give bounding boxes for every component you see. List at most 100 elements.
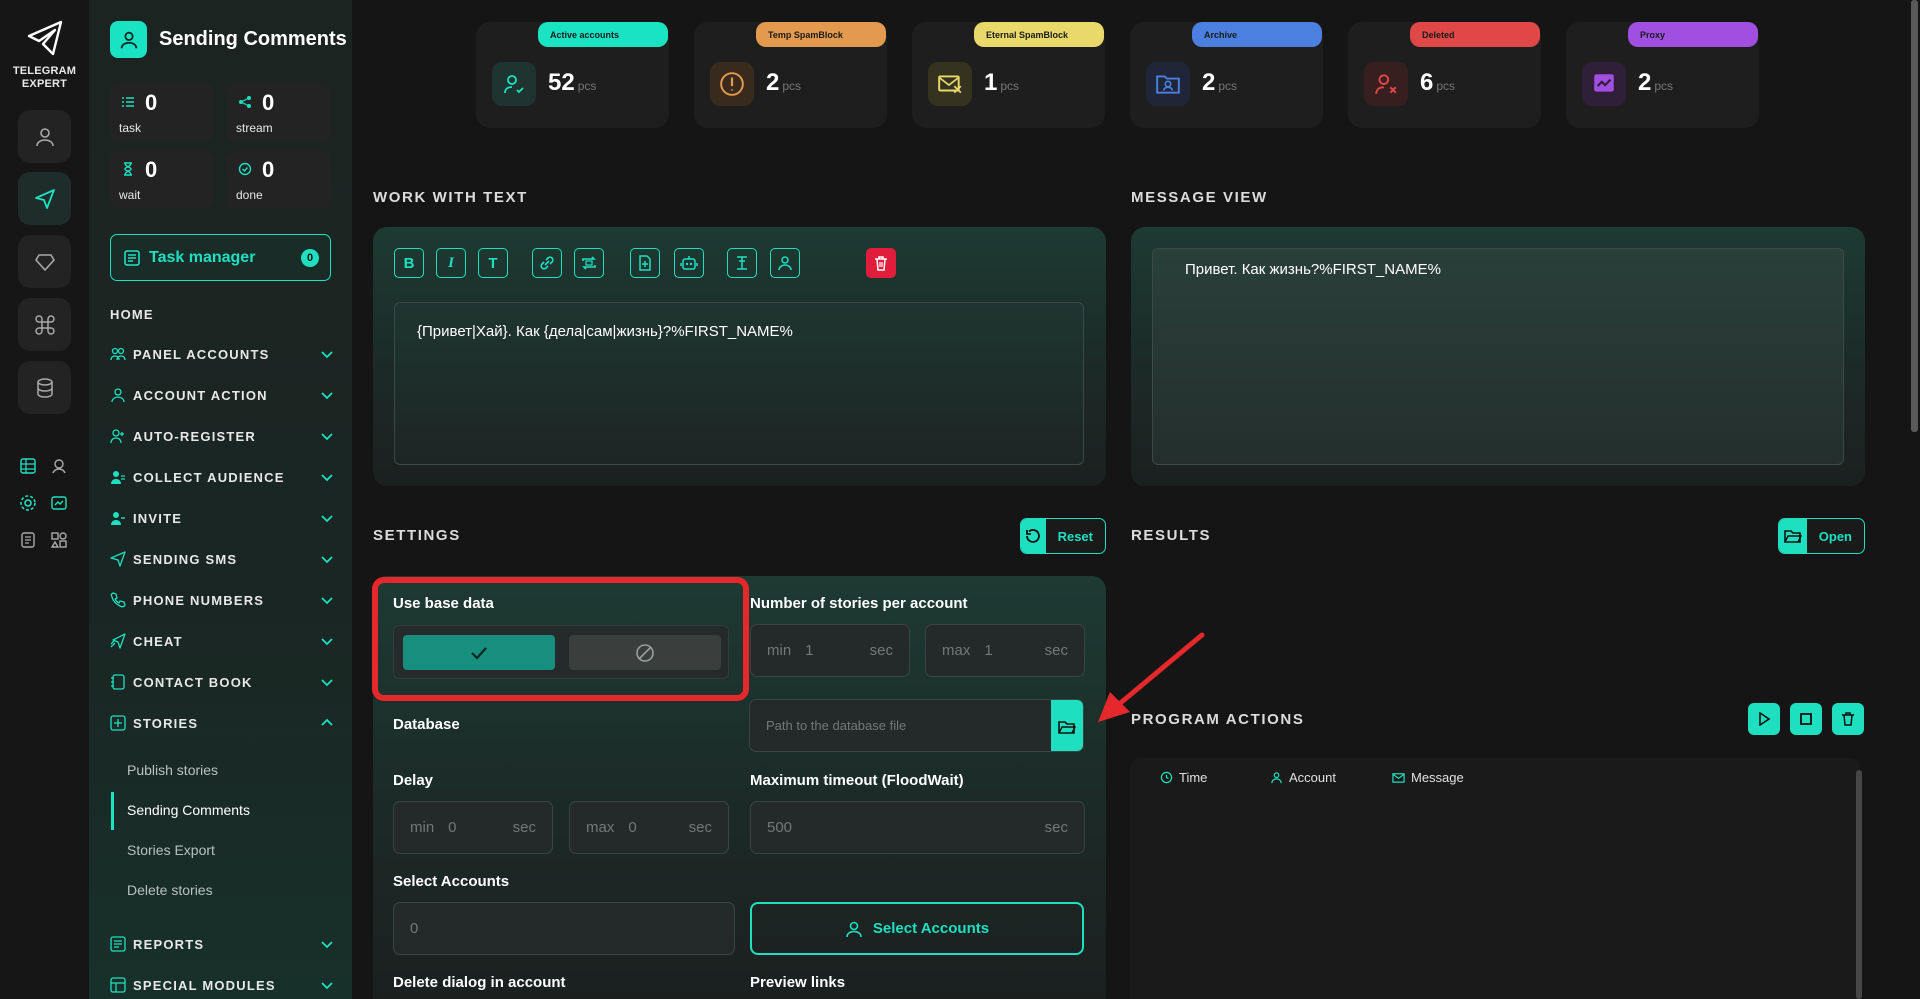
nav-home[interactable]: HOME xyxy=(110,302,335,326)
settings-title: SETTINGS xyxy=(373,527,461,544)
invite-icon xyxy=(111,512,125,525)
module-header: Sending Comments xyxy=(110,21,347,58)
repeat-button[interactable] xyxy=(574,248,604,278)
user-icon xyxy=(1271,772,1282,784)
log-scrollbar[interactable] xyxy=(1856,770,1862,999)
user-x-icon xyxy=(1364,62,1408,106)
nav-stories[interactable]: STORIES xyxy=(110,711,335,735)
template-icon xyxy=(737,256,747,270)
reset-button[interactable]: Reset xyxy=(1020,518,1106,554)
program-actions-title: PROGRAM ACTIONS xyxy=(1131,711,1305,728)
sub-stories-export[interactable]: Stories Export xyxy=(127,842,215,858)
stop-button[interactable] xyxy=(1790,703,1822,735)
card-eternal-spamblock[interactable]: Eternal SpamBlock 1 pcs xyxy=(912,22,1105,128)
stories-min-input[interactable]: min 1 sec xyxy=(750,624,910,677)
mail-block-icon xyxy=(928,62,972,106)
browse-database-button[interactable] xyxy=(1051,700,1083,751)
delay-min-input[interactable]: min 0 sec xyxy=(393,801,553,854)
chevron-up-icon xyxy=(321,718,333,726)
database-label: Database xyxy=(393,716,460,733)
settings-icon[interactable] xyxy=(19,494,37,512)
phone-icon xyxy=(110,592,126,608)
sub-delete-stories[interactable]: Delete stories xyxy=(127,882,213,898)
nav-cheat[interactable]: CHEAT xyxy=(110,629,335,653)
nav-sending-sms[interactable]: SENDING SMS xyxy=(110,547,335,571)
clear-text-button[interactable] xyxy=(866,248,896,278)
command-icon xyxy=(34,314,55,335)
rail-accounts-button[interactable] xyxy=(18,110,71,163)
rail-database-button[interactable] xyxy=(18,361,71,414)
brand-logo[interactable]: TELEGRAM EXPERT xyxy=(0,18,89,91)
rail-command-button[interactable] xyxy=(18,298,71,351)
modules-icon[interactable] xyxy=(50,531,68,549)
sub-publish-stories[interactable]: Publish stories xyxy=(127,762,218,778)
max-timeout-input[interactable]: 500 sec xyxy=(750,801,1085,854)
add-file-button[interactable] xyxy=(630,248,660,278)
link-button[interactable] xyxy=(532,248,562,278)
user-location-icon[interactable] xyxy=(50,457,68,475)
repeat-icon xyxy=(582,256,596,270)
sub-sending-comments[interactable]: Sending Comments xyxy=(127,802,250,818)
nav-phone-numbers[interactable]: PHONE NUMBERS xyxy=(110,588,335,612)
add-file-icon xyxy=(639,255,651,271)
user-variable-button[interactable] xyxy=(770,248,800,278)
nav-reports[interactable]: REPORTS xyxy=(110,932,335,956)
italic-button[interactable]: I xyxy=(436,248,466,278)
select-accounts-button[interactable]: Select Accounts xyxy=(750,902,1084,955)
nav-collect-audience[interactable]: COLLECT AUDIENCE xyxy=(110,465,335,489)
bold-button[interactable]: B xyxy=(394,248,424,278)
user-icon xyxy=(35,127,54,146)
max-timeout-label: Maximum timeout (FloodWait) xyxy=(750,772,964,789)
hourglass-icon xyxy=(124,162,132,176)
start-button[interactable] xyxy=(1748,703,1780,735)
clear-log-button[interactable] xyxy=(1832,703,1864,735)
rail-sending-button[interactable] xyxy=(18,172,71,225)
send-fast-icon xyxy=(110,633,126,649)
chevron-down-icon xyxy=(321,941,333,949)
page-scrollbar[interactable] xyxy=(1911,0,1918,432)
delete-dialog-label: Delete dialog in account xyxy=(393,974,566,991)
stories-per-account-label: Number of stories per account xyxy=(750,595,968,612)
nav-panel-accounts[interactable]: PANEL ACCOUNTS xyxy=(110,342,335,366)
chevron-down-icon xyxy=(321,556,333,564)
task-manager-icon xyxy=(124,249,140,266)
user-icon xyxy=(846,921,862,937)
trash-icon xyxy=(875,256,887,271)
telegram-plane-icon xyxy=(27,20,62,56)
card-active-accounts[interactable]: Active accounts 52 pcs xyxy=(476,22,669,128)
stories-max-input[interactable]: max 1 sec xyxy=(925,624,1085,677)
delay-label: Delay xyxy=(393,772,434,789)
rail-premium-button[interactable] xyxy=(18,235,71,288)
nav-special-modules[interactable]: SPECIAL MODULES xyxy=(110,973,335,997)
nav-invite[interactable]: INVITE xyxy=(110,506,335,530)
delay-max-input[interactable]: max 0 sec xyxy=(569,801,729,854)
text-button[interactable]: T xyxy=(478,248,508,278)
open-results-button[interactable]: Open xyxy=(1778,518,1865,554)
nav-contact-book[interactable]: CONTACT BOOK xyxy=(110,670,335,694)
database-path-input[interactable]: Path to the database file xyxy=(749,699,1084,752)
plus-square-icon xyxy=(110,715,126,731)
task-manager-button[interactable]: Task manager 0 xyxy=(110,234,331,281)
table-icon[interactable] xyxy=(19,457,37,475)
log-column-account: Account xyxy=(1270,770,1336,785)
bot-button[interactable] xyxy=(674,248,704,278)
database-icon xyxy=(36,377,53,398)
folder-user-icon xyxy=(1146,62,1190,106)
link-icon xyxy=(540,256,554,270)
card-deleted[interactable]: Deleted 6 pcs xyxy=(1348,22,1541,128)
diamond-icon xyxy=(34,253,55,271)
nav-auto-register[interactable]: AUTO-REGISTER xyxy=(110,424,335,448)
dashboard-icon[interactable] xyxy=(50,494,68,512)
chevron-down-icon xyxy=(321,679,333,687)
program-log-panel xyxy=(1130,758,1860,999)
document-icon[interactable] xyxy=(19,531,37,549)
card-archive[interactable]: Archive 2 pcs xyxy=(1130,22,1323,128)
template-button[interactable] xyxy=(727,248,757,278)
card-proxy[interactable]: Proxy 2 pcs xyxy=(1566,22,1759,128)
folder-open-icon xyxy=(1784,530,1802,543)
message-text-editor[interactable]: {Привет|Хай}. Как {дела|сам|жизнь}?%FIRS… xyxy=(394,302,1084,465)
nav-account-action[interactable]: ACCOUNT ACTION xyxy=(110,383,335,407)
card-temp-spamblock[interactable]: Temp SpamBlock 2 pcs xyxy=(694,22,887,128)
active-indicator xyxy=(111,792,114,830)
trash-icon xyxy=(1842,712,1854,726)
